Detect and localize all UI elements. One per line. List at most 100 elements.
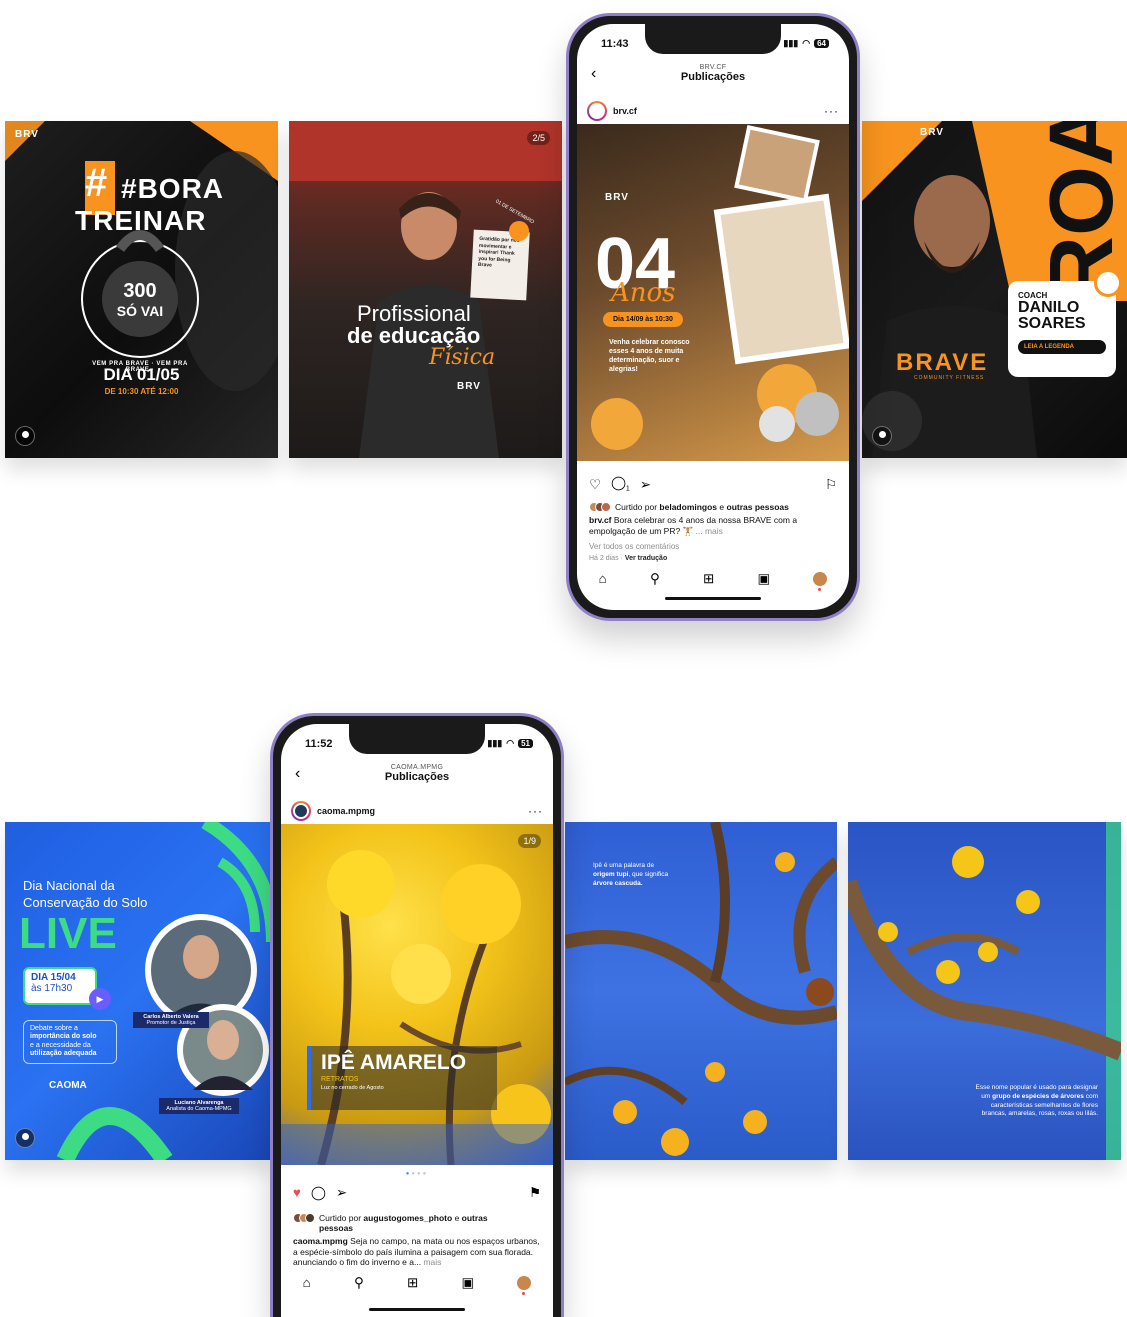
headline-bora: #BORA bbox=[121, 173, 225, 204]
liked-by-others[interactable]: outras pessoas bbox=[727, 502, 789, 512]
comment-icon[interactable]: ◯1 bbox=[611, 476, 630, 493]
caption-text: Bora celebrar os 4 anos da nossa BRAVE c… bbox=[589, 515, 798, 536]
story-ring-avatar[interactable] bbox=[587, 101, 607, 121]
post-header: caoma.mpmg ··· bbox=[291, 800, 543, 822]
status-icons: ▮▮▮ ◠ 64 bbox=[783, 38, 829, 49]
headline-ipe: IPÊ AMARELO bbox=[321, 1051, 467, 1074]
speaker-2-role: Analista do Caoma-MPMG bbox=[166, 1106, 232, 1112]
more-dots-icon[interactable]: ··· bbox=[824, 105, 839, 117]
heart-sticker-icon bbox=[509, 221, 529, 241]
heart-icon[interactable]: ♡ bbox=[589, 477, 601, 491]
caption-more-link[interactable]: ... mais bbox=[696, 526, 723, 536]
play-icon[interactable]: ▶ bbox=[89, 988, 111, 1010]
brand-logo: BRV bbox=[920, 127, 944, 138]
event-date: DIA 01/05 bbox=[103, 365, 180, 384]
bookmark-icon[interactable]: ⚑ bbox=[529, 1186, 541, 1200]
liked-by-user[interactable]: beladomingos bbox=[659, 502, 717, 512]
ipe-flowers-photo bbox=[281, 850, 553, 1165]
ipe-origin-line-1: Ipê é uma palavra de bbox=[593, 862, 655, 869]
debate-line-3: e a necessidade da bbox=[30, 1041, 91, 1049]
new-post-icon[interactable]: ⊞ bbox=[407, 1276, 418, 1290]
share-icon[interactable]: ➢ bbox=[640, 477, 651, 491]
read-caption-button[interactable]: LEIA A LEGENDA bbox=[1018, 340, 1106, 354]
ipe-origin-text: Ipê é uma palavra de origem tupi, que si… bbox=[593, 862, 713, 888]
brave-post-educacao-fisica[interactable]: 2/5 Gratidão por nos movimentar e inspir… bbox=[289, 121, 562, 458]
tag-user-icon[interactable] bbox=[15, 1128, 35, 1148]
post-age: Há 2 dias bbox=[589, 555, 619, 562]
ipe-origin-bold-1: origem tupi bbox=[593, 870, 629, 878]
coach-last-name: SOARES bbox=[1018, 315, 1086, 332]
search-icon[interactable]: ⚲ bbox=[354, 1276, 364, 1290]
event-date-pill: Dia 14/09 às 10:30 bbox=[603, 312, 683, 327]
caoma-post-live[interactable]: Dia Nacional da Conservação do Solo LIVE… bbox=[5, 822, 273, 1160]
signal-icon: ▮▮▮ bbox=[783, 38, 799, 48]
liked-by-user[interactable]: augustogomes_photo bbox=[363, 1213, 452, 1223]
home-icon[interactable]: ⌂ bbox=[599, 572, 607, 586]
header-title: Publicações bbox=[680, 71, 746, 83]
speaker-2-tag: Luciano Alvarenga Analista do Caoma-MPMG bbox=[159, 1098, 239, 1114]
post-body-text: Venha celebrar conosco esses 4 anos de m… bbox=[609, 339, 690, 374]
reels-icon[interactable]: ▣ bbox=[757, 572, 770, 586]
more-dots-icon[interactable]: ··· bbox=[528, 805, 543, 817]
title-fisica: Física bbox=[429, 345, 496, 370]
shirt-brand: BRAVE bbox=[896, 349, 989, 376]
live-time: às 17h30 bbox=[31, 983, 73, 994]
caoma-post-ipe-especies[interactable]: Esse nome popular é usado para designar … bbox=[848, 822, 1121, 1160]
event-time: DE 10:30 ATÉ 12:00 bbox=[104, 387, 179, 396]
post-username[interactable]: brv.cf bbox=[613, 106, 818, 116]
wifi-icon: ◠ bbox=[506, 738, 515, 748]
hashtag-mark: # bbox=[85, 161, 108, 205]
search-icon[interactable]: ⚲ bbox=[650, 572, 660, 586]
bookmark-icon[interactable]: ⚐ bbox=[825, 477, 837, 491]
post-actions: ♥ ◯ ➢ ⚑ bbox=[293, 1186, 541, 1200]
post-image-ipe-amarelo[interactable]: 1/9 IPÊ AMARELO RETRATOS Luz no cerrado … bbox=[281, 824, 553, 1165]
new-post-icon[interactable]: ⊞ bbox=[703, 572, 714, 586]
profile-tab-avatar[interactable] bbox=[813, 572, 828, 591]
post-image-4-anos[interactable]: BRV 04 Anos Dia 14/09 às 10:30 Venha cel… bbox=[577, 124, 849, 461]
badge-so-vai: SÓ VAI bbox=[116, 303, 164, 319]
share-icon[interactable]: ➢ bbox=[336, 1186, 347, 1200]
caption-more-link[interactable]: mais bbox=[421, 1257, 441, 1267]
post-username[interactable]: caoma.mpmg bbox=[317, 806, 522, 816]
comment-icon[interactable]: ◯ bbox=[311, 1186, 326, 1200]
view-comments-link[interactable]: Ver todos os comentários bbox=[589, 542, 837, 551]
shirt-sub: COMMUNITY FITNESS bbox=[914, 375, 985, 381]
phone-notch bbox=[349, 724, 485, 754]
post-actions: ♡ ◯1 ➢ ⚐ bbox=[589, 476, 837, 493]
ipe-species-bold: grupo de espécies de árvores bbox=[992, 1092, 1084, 1100]
live-datetime: DIA 15/04 às 17h30 bbox=[23, 967, 97, 1005]
home-icon[interactable]: ⌂ bbox=[303, 1276, 311, 1290]
speaker-1-tag: Carlos Alberto Valera Promotor de Justiç… bbox=[133, 1012, 209, 1028]
slide-counter: 1/9 bbox=[518, 834, 541, 848]
post-meta: Há 2 dias · Ver tradução bbox=[589, 555, 668, 562]
battery-icon: 51 bbox=[518, 739, 533, 748]
translate-link[interactable]: Ver tradução bbox=[625, 555, 667, 562]
brand-logo: BRV bbox=[15, 129, 39, 140]
page-header: BRV.CF Publicações bbox=[577, 64, 849, 83]
caption-username[interactable]: brv.cf bbox=[589, 515, 612, 525]
bottom-tab-bar: ⌂ ⚲ ⊞ ▣ bbox=[281, 1276, 553, 1295]
brave-post-coach[interactable]: ROA BRV BRAVE COMMUNITY FITNESS COACH DA… bbox=[862, 121, 1127, 458]
caption-username[interactable]: caoma.mpmg bbox=[293, 1236, 348, 1246]
live-date: DIA 15/04 bbox=[31, 972, 76, 983]
heart-icon[interactable]: ♥ bbox=[293, 1186, 301, 1200]
tag-user-icon[interactable] bbox=[872, 426, 892, 446]
carousel-dots: ●●●● bbox=[405, 1171, 429, 1177]
caoma-post-ipe-origem[interactable]: Ipê é uma palavra de origem tupi, que si… bbox=[565, 822, 837, 1160]
liked-by[interactable]: Curtido por beladomingos e outras pessoa… bbox=[589, 502, 837, 512]
brand-logo: BRV bbox=[605, 192, 629, 203]
profile-tab-avatar[interactable] bbox=[517, 1276, 532, 1295]
header-account: BRV.CF bbox=[699, 64, 727, 71]
debate-line-4: utilização adequada bbox=[30, 1050, 97, 1058]
reels-icon[interactable]: ▣ bbox=[461, 1276, 474, 1290]
brave-post-bora-treinar[interactable]: BRV # #BORA TREINAR 300 SÓ VAI VEM PRA B… bbox=[5, 121, 278, 458]
phone-screen: 11:43 ▮▮▮ ◠ 64 ‹ BRV.CF Publicações brv.… bbox=[577, 24, 849, 610]
liked-by[interactable]: Curtido por augustogomes_photo e outras … bbox=[293, 1213, 541, 1233]
phone-notch bbox=[645, 24, 781, 54]
ipe-origin-line-2: , que significa bbox=[628, 870, 669, 878]
liker-avatars bbox=[293, 1213, 315, 1223]
live-title-2: Conservação do Solo bbox=[23, 895, 148, 910]
tag-user-icon[interactable] bbox=[15, 426, 35, 446]
story-ring-avatar[interactable] bbox=[291, 801, 311, 821]
debate-line-2: importância do solo bbox=[30, 1033, 97, 1041]
